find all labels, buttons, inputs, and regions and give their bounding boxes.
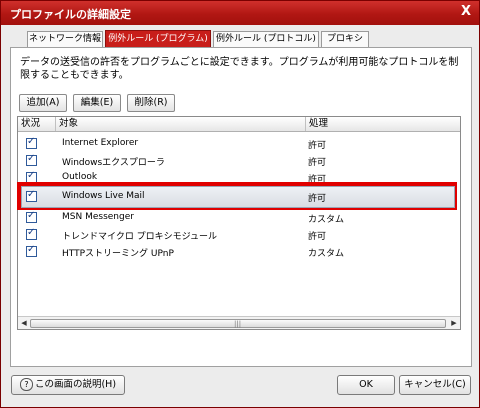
column-target[interactable]: 対象 [56,117,306,131]
row-action: カスタム [308,215,345,225]
checkbox[interactable]: ✓ [26,189,37,202]
row-target: HTTPストリーミング UPnP [62,249,174,259]
checkbox[interactable]: ✓ [26,227,37,240]
grip-icon: ||| [234,320,242,328]
table-row[interactable]: ✓ Windowsエクスプローラ 許可 [18,153,460,169]
ok-button[interactable]: OK [337,375,395,395]
check-icon: ✓ [27,170,36,181]
selected-row[interactable]: ✓ Windows Live Mail 許可 [21,186,455,208]
row-target: Outlook [62,172,98,182]
checkbox[interactable]: ✓ [26,210,37,223]
program-list: 状況 対象 処理 ✓ Internet Explorer 許可 ✓ Window… [17,116,461,330]
checkbox[interactable]: ✓ [26,244,37,257]
horizontal-scrollbar[interactable]: ◀ ||| ▶ [18,316,460,329]
dialog-window: プロファイルの詳細設定 X ネットワーク情報 例外ルール (プログラム) 例外ル… [0,0,480,408]
row-target: トレンドマイクロ プロキシモジュール [62,232,218,242]
row-action: 許可 [308,141,327,151]
help-icon: ? [19,378,33,391]
list-header: 状況 対象 処理 [18,117,460,132]
help-button[interactable]: ? この画面の説明(H) [11,375,125,395]
window-title: プロファイルの詳細設定 [10,8,131,21]
row-action: カスタム [308,249,345,259]
tab-exception-protocols[interactable]: 例外ルール (プロトコル) [213,31,319,47]
scrollbar-thumb[interactable]: ||| [30,319,446,328]
row-target: Internet Explorer [62,138,139,148]
cancel-button[interactable]: キャンセル(C) [399,375,471,395]
column-status[interactable]: 状況 [18,117,56,131]
title-bar: プロファイルの詳細設定 X [1,1,479,25]
scroll-left-icon[interactable]: ◀ [19,318,29,328]
check-icon: ✓ [27,227,36,238]
highlight-box: ✓ Windows Live Mail 許可 [17,182,457,210]
close-icon[interactable]: X [461,4,471,19]
row-action: 許可 [308,194,327,204]
checkbox[interactable]: ✓ [26,136,37,149]
row-action: 許可 [308,232,327,242]
column-action[interactable]: 処理 [306,117,459,131]
delete-button[interactable]: 削除(R) [127,94,175,112]
tab-proxy[interactable]: プロキシ [321,31,369,47]
check-icon: ✓ [27,210,36,221]
tab-exception-programs[interactable]: 例外ルール (プログラム) [105,30,211,48]
row-action: 許可 [308,158,327,168]
help-label: この画面の説明(H) [34,379,117,390]
row-target: Windowsエクスプローラ [62,158,165,168]
table-row[interactable]: ✓ MSN Messenger カスタム [18,210,460,226]
description-text: データの送受信の許否をプログラムごとに設定できます。プログラムが利用可能なプロト… [20,57,459,81]
row-target: MSN Messenger [62,212,134,222]
check-icon: ✓ [27,153,36,164]
check-icon: ✓ [27,244,36,255]
table-row[interactable]: ✓ Internet Explorer 許可 [18,136,460,152]
add-button[interactable]: 追加(A) [19,94,67,112]
table-row[interactable]: ✓ HTTPストリーミング UPnP カスタム [18,244,460,260]
check-icon: ✓ [27,189,36,200]
row-target: Windows Live Mail [62,191,145,201]
table-row[interactable]: ✓ トレンドマイクロ プロキシモジュール 許可 [18,227,460,243]
scroll-right-icon[interactable]: ▶ [449,318,459,328]
tab-network-info[interactable]: ネットワーク情報 [27,31,103,47]
checkbox[interactable]: ✓ [26,153,37,166]
edit-button[interactable]: 編集(E) [73,94,121,112]
check-icon: ✓ [27,136,36,147]
